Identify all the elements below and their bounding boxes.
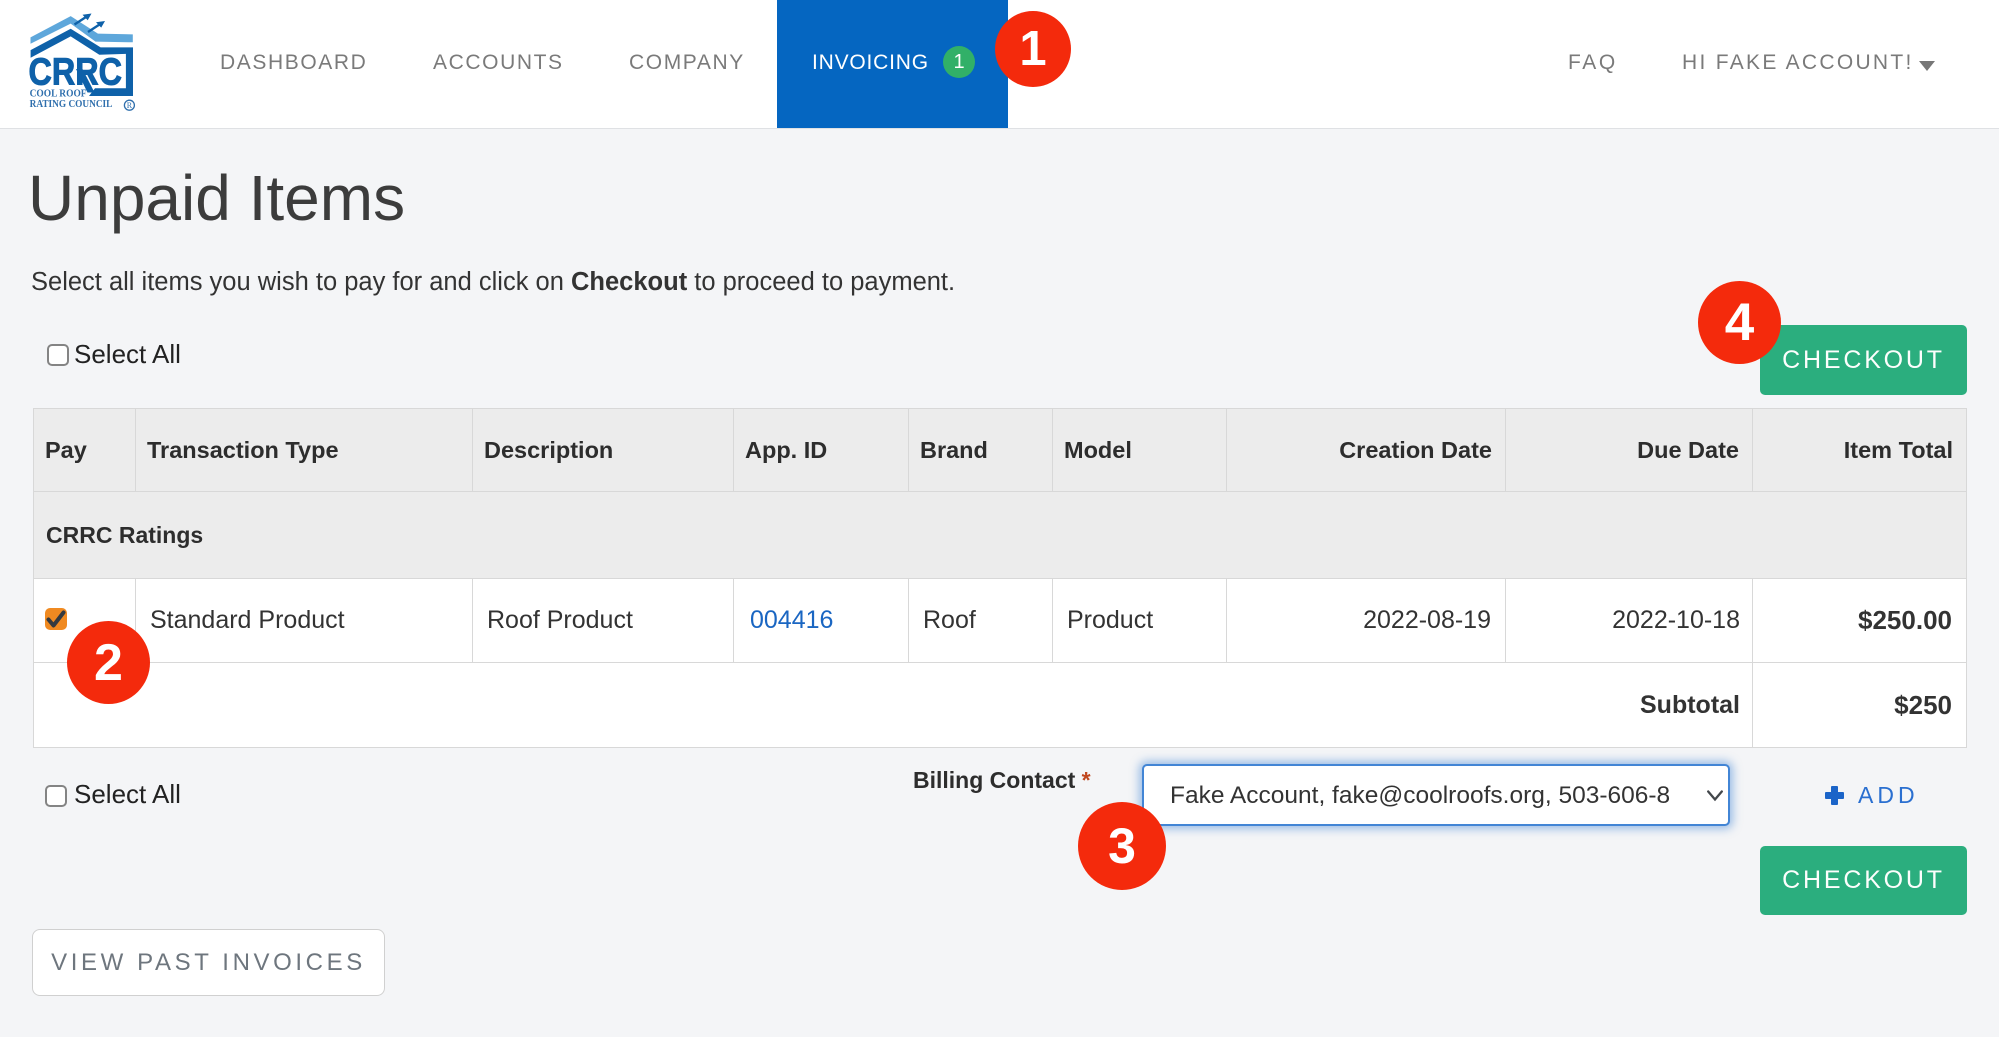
svg-text:CRRC: CRRC [29,52,123,94]
svg-text:R: R [127,101,133,110]
svg-text:COOL ROOF: COOL ROOF [30,88,87,99]
svg-text:RATING COUNCIL: RATING COUNCIL [30,99,113,110]
